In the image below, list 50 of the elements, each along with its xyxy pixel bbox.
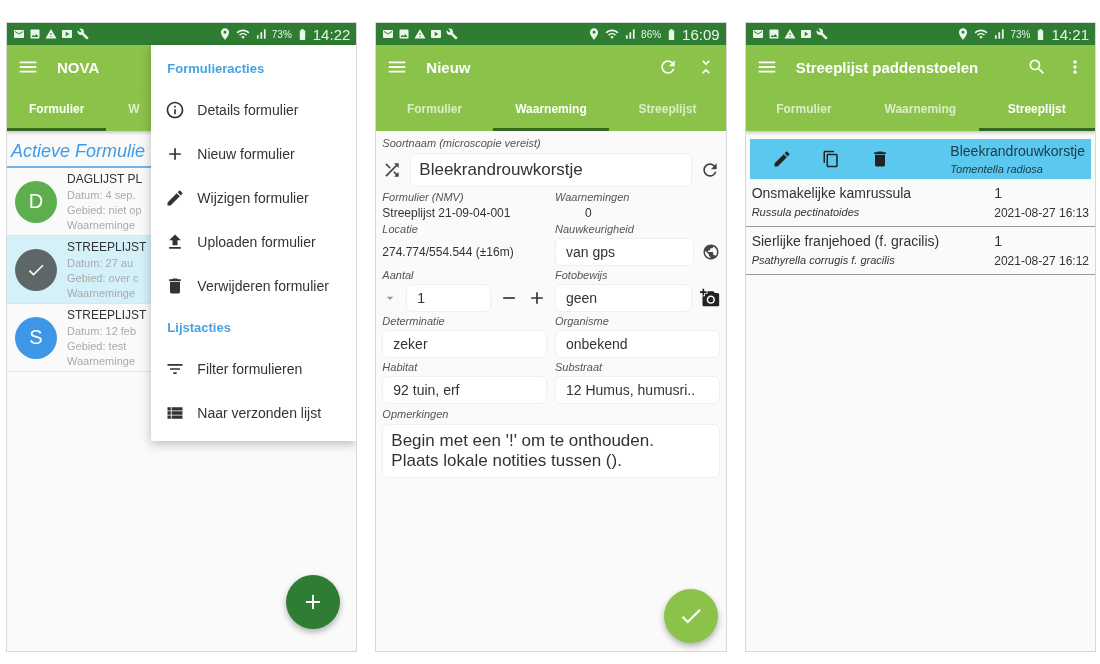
form-title: STREEPLIJST xyxy=(67,240,147,254)
form-detail: Datum: 4 sep. xyxy=(67,189,137,201)
field-label: Nauwkeurigheid xyxy=(555,223,635,235)
date-time: 2021-08-27 16:12 xyxy=(994,254,1089,268)
form-detail: Gebied: test xyxy=(67,340,128,352)
menu-heading: Formulieracties xyxy=(166,60,266,78)
species-name: Onsmakelijke kamrussula xyxy=(751,185,913,201)
field-label: Waarnemingen xyxy=(555,191,631,203)
field-label: Determinatie xyxy=(382,315,446,327)
date-time: 2021-08-27 16:13 xyxy=(994,206,1089,220)
latin-name: Psathyrella corrugis f. gracilis xyxy=(751,254,896,268)
form-detail: Datum: 12 feb xyxy=(67,325,138,337)
field-label: Opmerkingen xyxy=(382,408,450,420)
field-label: Substraat xyxy=(555,361,604,373)
clock-time: 14:22 xyxy=(312,25,351,43)
field-label: Organisme xyxy=(555,315,610,327)
coordinates: 274.774/554.544 (±16m) xyxy=(382,245,515,259)
observation-count: 0 xyxy=(584,206,593,220)
count: 1 xyxy=(994,185,1004,201)
field-label: Soortnaam (microscopie vereist) xyxy=(382,137,542,149)
form-name: Streeplijst 21-09-04-001 xyxy=(382,206,512,220)
battery-percentage: 73% xyxy=(1010,28,1031,40)
count: 1 xyxy=(994,233,1004,249)
menu-heading: Lijstacties xyxy=(166,319,232,337)
field-label: Formulier (NMV) xyxy=(382,191,465,203)
screen-title: Nieuw xyxy=(426,58,471,76)
form-detail: Gebied: over c xyxy=(67,272,140,284)
screen-title: Streeplijst paddenstoelen xyxy=(795,58,979,76)
battery-percentage: 73% xyxy=(271,28,292,40)
field-label: Aantal xyxy=(382,269,415,281)
battery-percentage: 86% xyxy=(641,28,662,40)
species-name: Sierlijke franjehoed (f. gracilis) xyxy=(751,233,941,249)
form-title: DAGLIJST PL xyxy=(67,172,143,186)
field-label: Locatie xyxy=(382,223,419,235)
latin-name: Tomentella radiosa xyxy=(950,163,1044,175)
field-label: Fotobewijs xyxy=(555,269,609,281)
field-label: Habitat xyxy=(382,361,419,373)
avatar: D xyxy=(15,180,57,223)
species-name: Bleekrandrouwkorstje xyxy=(950,143,1085,159)
app-title: NOVA xyxy=(57,58,100,76)
clock-time: 16:09 xyxy=(682,25,720,43)
form-title: STREEPLIJST xyxy=(67,308,147,322)
form-detail: Gebied: niet op xyxy=(67,204,143,216)
form-detail: Waarneminge xyxy=(67,355,137,367)
form-detail: Waarneminge xyxy=(67,219,137,231)
form-detail: Waarneminge xyxy=(67,287,137,299)
latin-name: Russula pectinatoides xyxy=(751,206,861,220)
clock-time: 14:21 xyxy=(1051,25,1089,43)
avatar: S xyxy=(15,316,57,359)
form-detail: Datum: 27 au xyxy=(67,257,135,269)
